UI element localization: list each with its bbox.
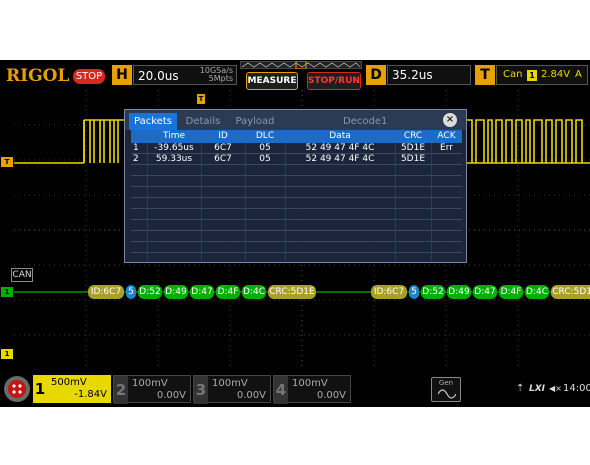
generator-button[interactable]: Gen (431, 377, 461, 402)
channel4-scale: 100mV (292, 378, 328, 389)
cell-ack (431, 154, 462, 164)
column-header: ID (218, 131, 228, 141)
top-status-bar: RIGOL STOP H 20.0us 10GSa/s 5Mpts MEASUR… (0, 60, 590, 90)
event-table-tabs: Packets Details Payload Decode1 × (125, 110, 466, 130)
decode-data-packet: D:4F (499, 285, 523, 299)
trigger-field[interactable]: Can 1 2.84V A (496, 65, 588, 85)
table-header: Time ID DLC Data CRC ACK (131, 130, 462, 143)
channel1-offset-marker[interactable]: 1 (1, 349, 13, 359)
cell-ack: Err (440, 143, 453, 153)
oscilloscope-screen: RIGOL STOP H 20.0us 10GSa/s 5Mpts MEASUR… (0, 60, 590, 407)
cell-dlc: 05 (259, 143, 271, 153)
cell-index: 2 (133, 154, 139, 164)
channel2-offset: 0.00V (156, 390, 186, 401)
cell-data: 52 49 47 4F 4C (305, 154, 375, 164)
close-icon[interactable]: × (443, 113, 457, 127)
decode-event-table: Packets Details Payload Decode1 × Time I… (124, 109, 467, 263)
tab-details[interactable]: Details (181, 113, 225, 130)
run-state-badge: STOP (73, 69, 105, 84)
trigger-position-marker[interactable]: T (197, 94, 205, 104)
decode-data-packet: D:52 (421, 285, 445, 299)
clock-time: 14:00 (563, 383, 590, 394)
decode-data-packet: D:4C (242, 285, 266, 299)
decode-data-packet: D:52 (138, 285, 162, 299)
memory-position-strip (240, 61, 362, 69)
measure-button[interactable]: MEASURE (246, 72, 298, 90)
trigger-source: Can (503, 69, 523, 80)
channel4-panel[interactable]: 4 100mV 0.00V (273, 375, 351, 404)
channel3-panel[interactable]: 3 100mV 0.00V (193, 375, 271, 404)
decode-id-packet: ID:6C7 (371, 285, 407, 299)
bottom-status-bar: 1 500mV -1.84V 2 100mV 0.00V 3 100mV 0.0… (0, 373, 590, 407)
decode-data-packet: D:49 (447, 285, 471, 299)
decode-dlc-packet: 5 (126, 285, 136, 299)
lxi-icon: LXI (529, 384, 546, 394)
cell-time: -39.65us (154, 143, 194, 153)
trigger-mode: A (575, 69, 582, 80)
cell-data: 52 49 47 4F 4C (305, 143, 375, 153)
generator-label: Gen (438, 379, 454, 387)
cell-crc: 5D1E (400, 154, 426, 164)
table-row[interactable]: 1 -39.65us 6C7 05 52 49 47 4F 4C 5D1E Er… (131, 143, 462, 154)
channel4-offset: 0.00V (316, 390, 346, 401)
channel2-panel[interactable]: 2 100mV 0.00V (113, 375, 191, 404)
channel3-number: 3 (194, 376, 208, 404)
column-header: Data (329, 131, 351, 141)
cell-id: 6C7 (214, 154, 232, 164)
sine-wave-icon (438, 389, 456, 399)
column-header (131, 130, 147, 143)
decode-data-packet: D:4C (525, 285, 549, 299)
decode-id-packet: ID:6C7 (88, 285, 124, 299)
cell-id: 6C7 (214, 143, 232, 153)
column-header: ACK (437, 131, 456, 141)
trigger-channel-badge: 1 (527, 70, 537, 81)
trigger-level: 2.84V (541, 69, 571, 80)
tab-packets[interactable]: Packets (129, 113, 177, 130)
channel2-scale: 100mV (132, 378, 168, 389)
usb-icon: ⇡ (516, 383, 525, 394)
channel1-number: 1 (34, 380, 46, 398)
menu-icon (8, 380, 26, 398)
channel1-scale: 500mV (51, 377, 87, 388)
column-header: Time (162, 131, 186, 141)
delay-value[interactable]: 35.2us (387, 65, 471, 85)
horizontal-key[interactable]: H (112, 65, 132, 85)
sample-info: 10GSa/s 5Mpts (200, 67, 233, 83)
decode-channel-label: CAN (11, 268, 33, 282)
decode-data-packet: D:49 (164, 285, 188, 299)
channel3-offset: 0.00V (236, 390, 266, 401)
decode-reference-marker[interactable]: 1 (1, 287, 13, 297)
channel1-offset: -1.84V (74, 389, 107, 400)
sound-muted-icon[interactable]: ◀× (549, 384, 562, 393)
decode-data-packet: D:47 (473, 285, 497, 299)
event-table-title: Decode1 (343, 116, 388, 127)
decode-data-packet: D:47 (190, 285, 214, 299)
main-menu-button[interactable] (4, 376, 30, 402)
timebase-value: 20.0us (138, 69, 179, 83)
cell-index: 1 (133, 143, 139, 153)
column-header: DLC (255, 131, 275, 141)
channel2-number: 2 (114, 376, 128, 404)
channel3-scale: 100mV (212, 378, 248, 389)
cell-dlc: 05 (259, 154, 271, 164)
table-row[interactable]: 2 59.33us 6C7 05 52 49 47 4F 4C 5D1E (131, 154, 462, 165)
rigol-logo: RIGOL (6, 66, 70, 86)
table-body: 1 -39.65us 6C7 05 52 49 47 4F 4C 5D1E Er… (131, 143, 462, 261)
cell-crc: 5D1E (400, 143, 426, 153)
delay-key[interactable]: D (366, 65, 386, 85)
decode-data-packet: D:4F (216, 285, 240, 299)
column-header: CRC (403, 131, 423, 141)
trigger-level-marker[interactable]: T (1, 157, 13, 167)
trigger-key[interactable]: T (475, 65, 495, 85)
stop-run-button[interactable]: STOP/RUN (307, 72, 361, 90)
tab-payload[interactable]: Payload (229, 113, 281, 130)
timebase-field[interactable]: 20.0us 10GSa/s 5Mpts (133, 65, 237, 85)
cell-time: 59.33us (155, 154, 193, 164)
memory-depth: 5Mpts (208, 74, 233, 83)
decode-crc-packet: CRC:5D1E (268, 285, 316, 299)
decode-crc-packet: CRC:5D1E (551, 285, 590, 299)
decode-dlc-packet: 5 (409, 285, 419, 299)
channel1-panel[interactable]: 1 500mV -1.84V (33, 375, 111, 403)
channel4-number: 4 (274, 376, 288, 404)
